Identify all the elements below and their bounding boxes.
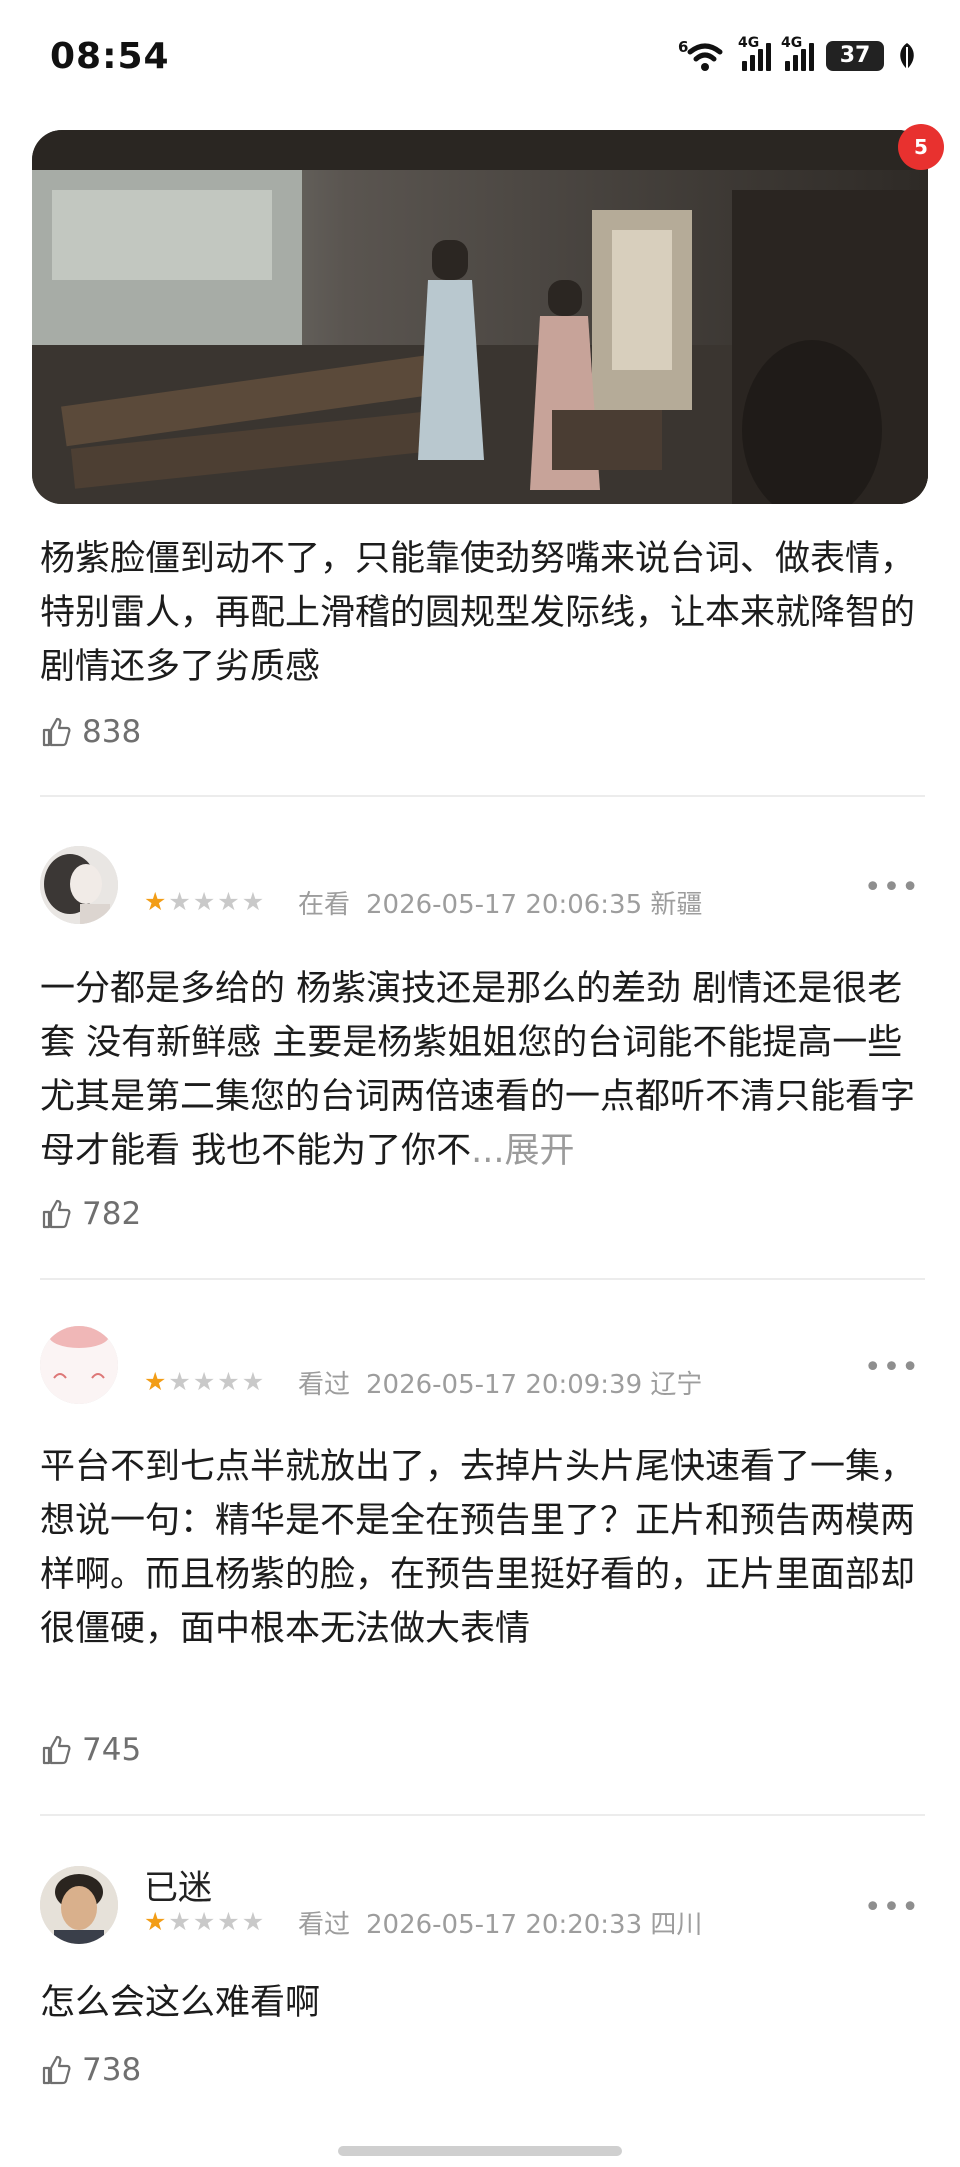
ellipsis: ... <box>471 1131 505 1171</box>
star-icon: ★ <box>217 1907 240 1936</box>
divider <box>40 795 925 797</box>
thumbs-up-icon <box>42 1735 71 1765</box>
review-meta-3: ★ ★ ★ ★ ★ 看过 2026-05-17 20:09:39 辽宁 ••• <box>40 1326 920 1406</box>
divider <box>40 1814 925 1816</box>
battery-icon: 37 <box>826 41 884 71</box>
star-icon: ★ <box>192 887 216 916</box>
review-text: 平台不到七点半就放出了，去掉片头片尾快速看了一集，想说一句：精华是不是全在预告里… <box>40 1447 916 1649</box>
review-card-3: 平台不到七点半就放出了，去掉片头片尾快速看了一集，想说一句：精华是不是全在预告里… <box>40 1440 920 1656</box>
star-icon: ★ <box>168 1367 191 1396</box>
wifi-badge: 6 <box>678 38 689 56</box>
wifi-icon: 6 <box>678 38 728 72</box>
star-icon: ★ <box>217 1367 240 1396</box>
status-bar: 08:54 6 4G 4G 37 <box>0 0 960 118</box>
review-text: 怎么会这么难看啊 <box>40 1983 321 2023</box>
star-icon: ★ <box>192 1367 216 1396</box>
star-icon: ★ <box>144 1367 167 1396</box>
status-time: 08:54 <box>50 36 170 77</box>
status-icons: 6 4G 4G 37 <box>678 35 918 72</box>
star-icon: ★ <box>144 887 167 916</box>
star-icon: ★ <box>241 1907 265 1936</box>
like-count: 745 <box>82 1732 142 1768</box>
avatar[interactable] <box>40 1326 118 1404</box>
review-card-4: 怎么会这么难看啊 <box>40 1976 920 2030</box>
signal-icon-2: 4G <box>781 35 814 71</box>
review-meta-2: ★ ★ ★ ★ ★ 在看 2026-05-17 20:06:35 新疆 ••• <box>40 846 920 926</box>
watch-status: 看过 <box>298 1370 351 1400</box>
star-rating: ★ ★ ★ ★ ★ <box>144 1908 264 1936</box>
network-label-2: 4G <box>781 35 803 51</box>
star-icon: ★ <box>168 887 191 916</box>
review-text: 杨紫脸僵到动不了，只能靠使劲努嘴来说台词、做表情，特别雷人，再配上滑稽的圆规型发… <box>40 539 916 687</box>
username[interactable]: 已迷 <box>144 1860 212 1909</box>
like-button[interactable]: 782 <box>40 1196 141 1232</box>
divider <box>40 1278 925 1280</box>
signal-icon: 4G <box>738 35 771 71</box>
review-date: 2026-05-17 20:06:35 新疆 <box>366 890 703 920</box>
review-card-1: 杨紫脸僵到动不了，只能靠使劲努嘴来说台词、做表情，特别雷人，再配上滑稽的圆规型发… <box>40 532 920 694</box>
watch-status: 看过 <box>298 1910 351 1940</box>
like-count: 738 <box>82 2052 142 2088</box>
star-icon: ★ <box>168 1907 191 1936</box>
notification-badge: 5 <box>898 124 944 170</box>
avatar[interactable] <box>40 846 118 924</box>
like-button[interactable]: 738 <box>40 2052 141 2088</box>
home-indicator[interactable] <box>338 2146 622 2156</box>
review-meta-4: 已迷 ★ ★ ★ ★ ★ 看过 2026-05-17 20:20:33 四川 •… <box>40 1866 920 1946</box>
leaf-icon <box>896 41 918 71</box>
more-icon[interactable]: ••• <box>864 870 920 905</box>
star-icon: ★ <box>144 1907 167 1936</box>
period-drama-still-image <box>32 130 928 504</box>
like-count: 782 <box>82 1196 142 1232</box>
hero-image[interactable] <box>32 130 928 504</box>
like-button[interactable]: 745 <box>40 1732 141 1768</box>
avatar[interactable] <box>40 1866 118 1944</box>
like-button[interactable]: 838 <box>40 714 141 750</box>
star-rating: ★ ★ ★ ★ ★ <box>144 1368 264 1396</box>
expand-link[interactable]: 展开 <box>505 1131 575 1171</box>
star-icon: ★ <box>217 887 240 916</box>
star-rating: ★ ★ ★ ★ ★ <box>144 888 264 916</box>
star-icon: ★ <box>241 1367 265 1396</box>
like-count: 838 <box>82 714 142 750</box>
more-icon[interactable]: ••• <box>864 1350 920 1385</box>
star-icon: ★ <box>241 887 265 916</box>
review-date: 2026-05-17 20:09:39 辽宁 <box>366 1370 703 1400</box>
thumbs-up-icon <box>42 717 71 747</box>
network-label: 4G <box>738 35 760 51</box>
thumbs-up-icon <box>42 1199 71 1229</box>
star-icon: ★ <box>192 1907 216 1936</box>
watch-status: 在看 <box>298 890 351 920</box>
review-card-2: 一分都是多给的 杨紫演技还是那么的差劲 剧情还是很老套 没有新鲜感 主要是杨紫姐… <box>40 962 920 1178</box>
more-icon[interactable]: ••• <box>864 1890 920 1925</box>
thumbs-up-icon <box>42 2055 71 2085</box>
review-date: 2026-05-17 20:20:33 四川 <box>366 1910 703 1940</box>
